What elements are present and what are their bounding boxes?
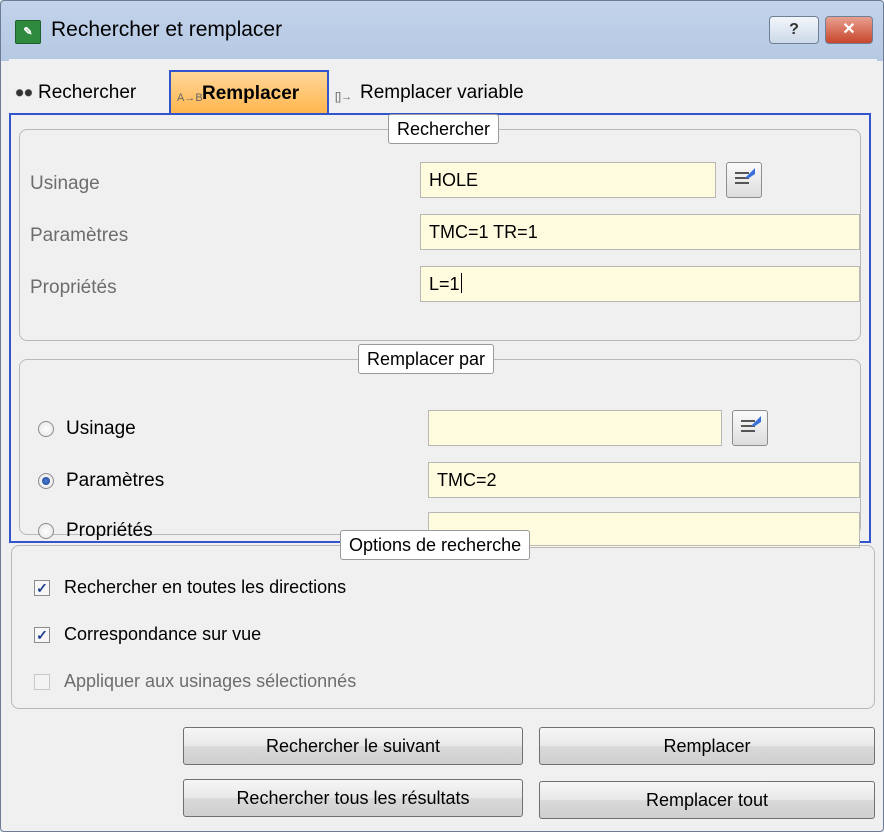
replace-group: Remplacer par Usinage Paramètres TMC=2 P… — [19, 344, 861, 548]
dialog-client-area: Rechercher A→BRemplacer []→ Remplacer var… — [9, 59, 877, 829]
replace-proprietes-radio[interactable] — [38, 523, 54, 539]
window-title: Rechercher et remplacer — [51, 18, 283, 41]
options-group: Options de recherche ✓ Rechercher en tou… — [11, 530, 875, 709]
replace-ab-icon: A→B — [177, 92, 203, 104]
close-button[interactable]: ✕ — [825, 16, 873, 44]
option-all-directions-label[interactable]: Rechercher en toutes les directions — [64, 577, 346, 598]
replace-usinage-radio[interactable] — [38, 421, 54, 437]
replace-parametres-field[interactable]: TMC=2 — [428, 462, 860, 498]
replace-button[interactable]: Remplacer — [539, 727, 875, 765]
app-icon: ✎ — [15, 20, 41, 44]
replace-group-legend: Remplacer par — [358, 344, 495, 374]
binoculars-icon — [13, 82, 35, 100]
option-match-view-checkbox[interactable]: ✓ — [34, 627, 50, 643]
title-bar[interactable]: ✎ Rechercher et remplacer ? ✕ — [1, 1, 884, 59]
text-caret — [460, 273, 462, 293]
help-button[interactable]: ? — [769, 16, 819, 44]
search-parametres-field[interactable]: TMC=1 TR=1 — [420, 214, 860, 250]
replace-usinage-label[interactable]: Usinage — [66, 418, 136, 440]
tab-remplacer-variable[interactable]: []→ Remplacer variable — [335, 73, 595, 113]
dialog-window: ✎ Rechercher et remplacer ? ✕ Rechercher… — [0, 0, 884, 832]
replace-usinage-field[interactable] — [428, 410, 722, 446]
tab-rechercher[interactable]: Rechercher — [13, 73, 167, 113]
tab-label: Remplacer variable — [360, 82, 524, 103]
replace-all-button[interactable]: Remplacer tout — [539, 781, 875, 819]
search-proprietes-label: Propriétés — [30, 277, 117, 298]
picker-icon — [735, 172, 749, 186]
option-apply-selected-checkbox — [34, 674, 50, 690]
tab-label: Remplacer — [202, 83, 300, 104]
replace-parametres-label[interactable]: Paramètres — [66, 470, 164, 492]
option-apply-selected-label: Appliquer aux usinages sélectionnés — [64, 671, 357, 691]
find-all-button[interactable]: Rechercher tous les résultats — [183, 779, 523, 817]
replace-proprietes-label[interactable]: Propriétés — [66, 520, 153, 542]
search-group-legend: Rechercher — [388, 114, 500, 144]
search-proprietes-value: L=1 — [429, 274, 460, 294]
options-group-legend: Options de recherche — [340, 530, 531, 560]
search-usinage-field[interactable]: HOLE — [420, 162, 716, 198]
search-usinage-label: Usinage — [30, 173, 100, 194]
search-usinage-picker-button[interactable] — [726, 162, 762, 198]
replace-variable-icon: []→ — [335, 91, 353, 103]
replace-usinage-picker-button[interactable] — [732, 410, 768, 446]
tab-strip: Rechercher A→BRemplacer []→ Remplacer var… — [9, 67, 877, 115]
option-match-view-label[interactable]: Correspondance sur vue — [64, 624, 261, 645]
replace-parametres-radio[interactable] — [38, 473, 54, 489]
picker-icon — [741, 420, 755, 434]
tab-remplacer[interactable]: A→BRemplacer — [169, 70, 329, 114]
search-proprietes-field[interactable]: L=1 — [420, 266, 860, 302]
search-group: Rechercher Usinage HOLE Paramètres TMC=1… — [19, 114, 861, 341]
option-all-directions-checkbox[interactable]: ✓ — [34, 580, 50, 596]
tab-panel-remplacer: Rechercher Usinage HOLE Paramètres TMC=1… — [9, 113, 871, 548]
find-next-button[interactable]: Rechercher le suivant — [183, 727, 523, 765]
help-icon: ? — [789, 21, 799, 38]
close-icon: ✕ — [842, 21, 856, 38]
tab-label: Rechercher — [38, 82, 137, 103]
search-parametres-label: Paramètres — [30, 225, 129, 246]
